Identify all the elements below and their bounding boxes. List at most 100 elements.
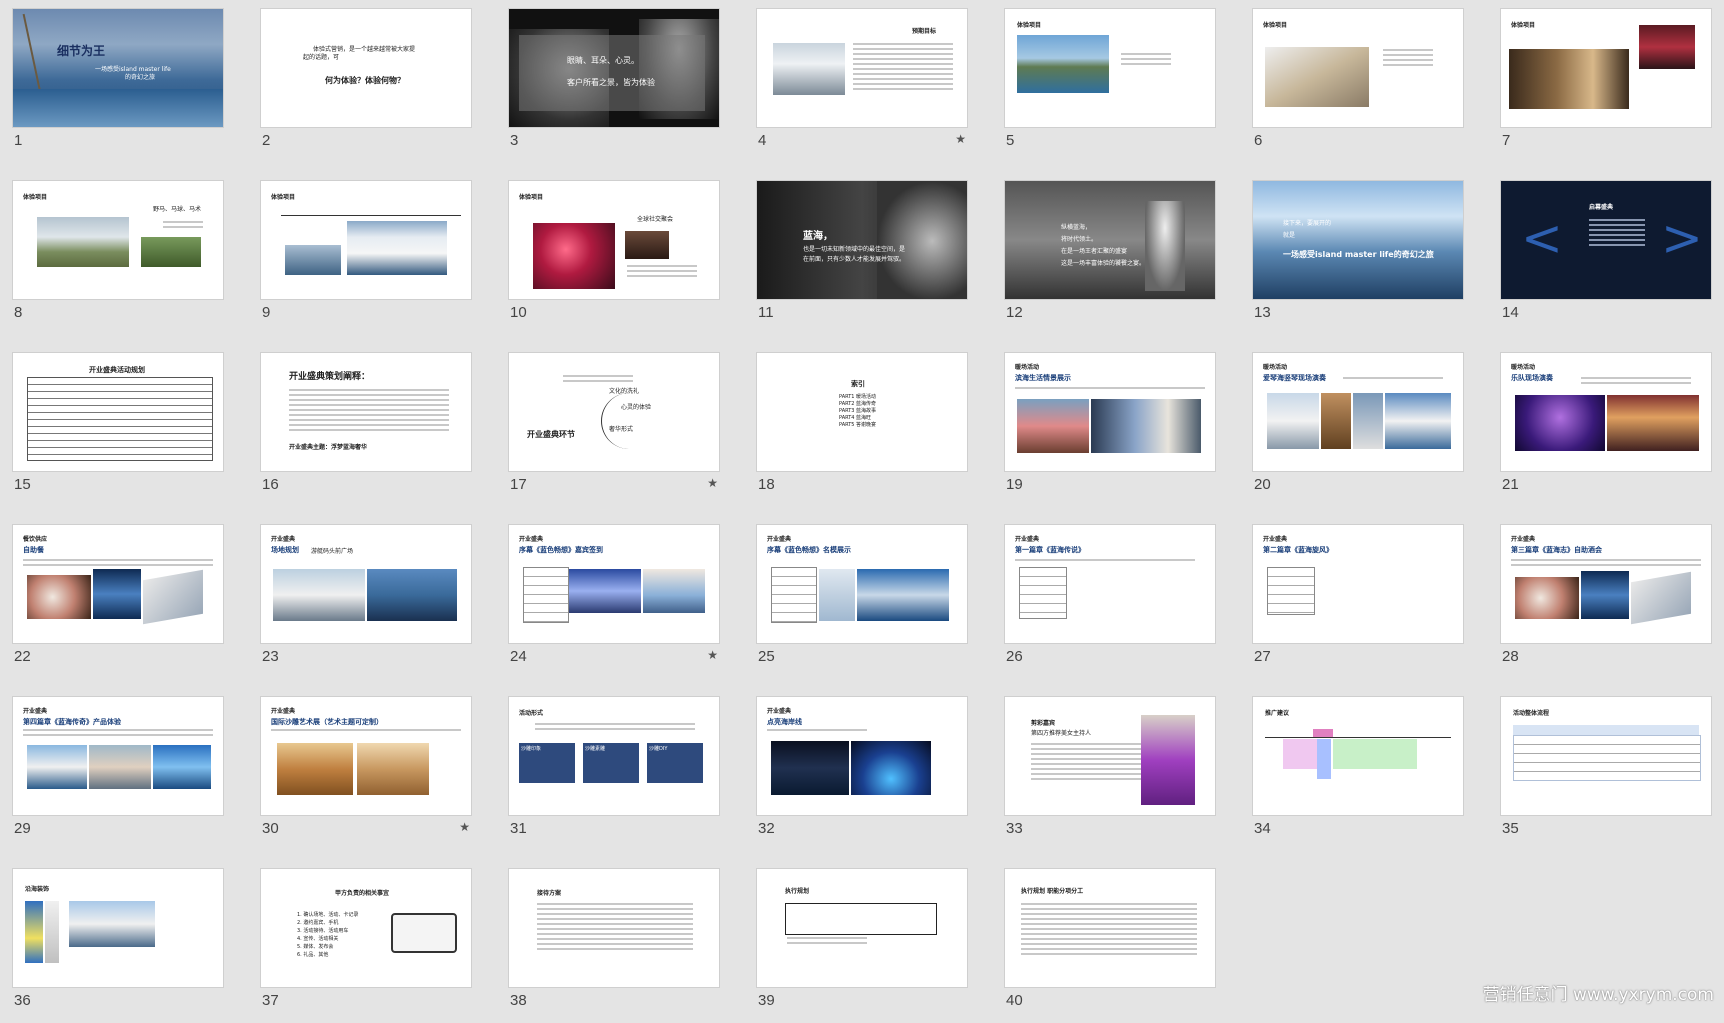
- slide-thumbnail[interactable]: 体验项目 7: [1500, 8, 1712, 163]
- slide-preview[interactable]: 开业盛典 第一篇章《蓝海传说》: [1004, 524, 1216, 644]
- slide-preview[interactable]: 开业盛典活动规划: [12, 352, 224, 472]
- slide-thumbnail[interactable]: 暖场活动 乐队现场演奏 21: [1500, 352, 1712, 507]
- slide-preview[interactable]: 开业盛典 点亮海岸线: [756, 696, 968, 816]
- slide-preview[interactable]: 开业盛典 序幕《蓝色畅想》嘉宾签到: [508, 524, 720, 644]
- slide-thumbnail[interactable]: 文化的洗礼 心灵的体验 奢华形式 开业盛典环节 17 ★: [508, 352, 720, 507]
- slide-thumbnail[interactable]: 接下来，要展开的 就是 一场感受island master life的奇幻之旅 …: [1252, 180, 1464, 335]
- slide-thumbnail[interactable]: 餐饮供应 自助餐 22: [12, 524, 224, 679]
- slide-thumbnail[interactable]: 开业盛典 第四篇章《蓝海传奇》产品体验 29: [12, 696, 224, 851]
- slide-preview[interactable]: 执行规划 职能分项分工: [1004, 868, 1216, 988]
- slide-thumbnail[interactable]: 体验项目 野马、马球、马术 8: [12, 180, 224, 335]
- slide-thumbnail[interactable]: 开业盛典 场地规划 游艇码头前广场 23: [260, 524, 472, 679]
- slide-thumbnail[interactable]: 开业盛典活动规划 15: [12, 352, 224, 507]
- slide-thumbnail[interactable]: 预期目标 4 ★: [756, 8, 968, 163]
- slide-thumbnail[interactable]: 沿海装饰 36: [12, 868, 224, 1023]
- slide-tag: 开业盛典: [271, 708, 296, 715]
- slide-title: 自助餐: [23, 546, 44, 554]
- slide-preview[interactable]: 体验项目 全球社交聚会: [508, 180, 720, 300]
- slide-preview[interactable]: 眼睛、耳朵、心灵。 客户所看之景，皆为体验: [508, 8, 720, 128]
- slide-thumbnail[interactable]: 索引 PART1 暖场活动 PART2 蓝海传奇 PART3 蓝海故事 PART…: [756, 352, 968, 507]
- slide-title: 滨海生活情景展示: [1015, 374, 1071, 382]
- slide-preview[interactable]: 甲方负责的相关事宜 1. 确认场地、活动、卡记录 2. 邀约嘉宾、手机 3. 活…: [260, 868, 472, 988]
- slide-thumbnail[interactable]: 体验项目 6: [1252, 8, 1464, 163]
- slide-number: 28: [1502, 648, 1519, 665]
- slide-tag: 开业盛典: [1263, 536, 1288, 543]
- slide-preview[interactable]: 餐饮供应 自助餐: [12, 524, 224, 644]
- slide-preview[interactable]: < > 启幕盛典: [1500, 180, 1712, 300]
- slide-preview[interactable]: 开业盛典策划阐释： 开业盛典主题：浮梦蓝海奢华: [260, 352, 472, 472]
- slide-thumbnail[interactable]: 开业盛典 序幕《蓝色畅想》嘉宾签到 24 ★: [508, 524, 720, 679]
- slide-preview[interactable]: 细节为王 一场感受island master life 的奇幻之旅: [12, 8, 224, 128]
- slide-preview[interactable]: 暖场活动 爱琴海竖琴现场演奏: [1252, 352, 1464, 472]
- watermark-text: 营销任意门 www.yxrym.com: [1482, 985, 1714, 1005]
- slide-thumbnail[interactable]: 推广建议 34: [1252, 696, 1464, 851]
- slide-subtitle: 第四方推荐美女主持人: [1031, 730, 1092, 737]
- slide-title: 索引: [851, 380, 865, 388]
- slide-thumbnail[interactable]: 体验项目 5: [1004, 8, 1216, 163]
- slide-title: 第四篇章《蓝海传奇》产品体验: [23, 718, 121, 726]
- slide-thumbnail[interactable]: 开业盛典策划阐释： 开业盛典主题：浮梦蓝海奢华 16: [260, 352, 472, 507]
- index-item: PART3 蓝海故事: [839, 408, 877, 414]
- slide-thumbnail[interactable]: 暖场活动 爱琴海竖琴现场演奏 20: [1252, 352, 1464, 507]
- slide-thumbnail[interactable]: < > 启幕盛典 14: [1500, 180, 1712, 335]
- slide-preview[interactable]: 接下来，要展开的 就是 一场感受island master life的奇幻之旅: [1252, 180, 1464, 300]
- slide-preview[interactable]: 体验项目: [1500, 8, 1712, 128]
- slide-number: 32: [758, 820, 775, 837]
- slide-preview[interactable]: 暖场活动 乐队现场演奏: [1500, 352, 1712, 472]
- slide-preview[interactable]: 开业盛典 国际沙雕艺术展（艺术主题可定制）: [260, 696, 472, 816]
- slide-thumbnail[interactable]: 眼睛、耳朵、心灵。 客户所看之景，皆为体验 3: [508, 8, 720, 163]
- slide-preview[interactable]: 接待方案: [508, 868, 720, 988]
- slide-thumbnail[interactable]: 活动形式 沙雕印象 沙雕素雕 沙雕DIY 31: [508, 696, 720, 851]
- slide-title: 开业盛典策划阐释：: [289, 372, 371, 382]
- slide-thumbnail[interactable]: 开业盛典 国际沙雕艺术展（艺术主题可定制） 30 ★: [260, 696, 472, 851]
- slide-thumbnail[interactable]: 蓝海， 也是一切未知新领域中的最佳空间，是 在前面，只有少数人才能发展并驾驭。 …: [756, 180, 968, 335]
- slide-preview[interactable]: 执行规划: [756, 868, 968, 988]
- slide-preview[interactable]: 体验项目 野马、马球、马术: [12, 180, 224, 300]
- slide-preview[interactable]: 暖场活动 滨海生活情景展示: [1004, 352, 1216, 472]
- slide-preview[interactable]: 蓝海， 也是一切未知新领域中的最佳空间，是 在前面，只有少数人才能发展并驾驭。: [756, 180, 968, 300]
- slide-preview[interactable]: 预期目标: [756, 8, 968, 128]
- slide-preview[interactable]: 体验式营销，是一个越来越常被大家提 起的话题，可 何为体验？体验何物？: [260, 8, 472, 128]
- slide-thumbnail[interactable]: 活动整体流程 35: [1500, 696, 1712, 851]
- slide-text: 在前面，只有少数人才能发展并驾驭。: [803, 256, 906, 263]
- slide-thumbnail[interactable]: 细节为王 一场感受island master life 的奇幻之旅 1: [12, 8, 224, 163]
- slide-preview[interactable]: 推广建议: [1252, 696, 1464, 816]
- slide-thumbnail[interactable]: 体验式营销，是一个越来越常被大家提 起的话题，可 何为体验？体验何物？ 2: [260, 8, 472, 163]
- slide-preview[interactable]: 开业盛典 第三篇章《蓝海志》自助酒会: [1500, 524, 1712, 644]
- slide-preview[interactable]: 开业盛典 第二篇章《蓝海旋风》: [1252, 524, 1464, 644]
- slide-number: 39: [758, 992, 775, 1009]
- slide-thumbnail[interactable]: 剪彩嘉宾 第四方推荐美女主持人 33: [1004, 696, 1216, 851]
- slide-preview[interactable]: 体验项目: [1004, 8, 1216, 128]
- slide-preview[interactable]: 体验项目: [260, 180, 472, 300]
- slide-preview[interactable]: 纵横蓝海， 将时代领土。 在是一场王者汇聚的盛宴 这是一场丰富体验的饕餮之宴。: [1004, 180, 1216, 300]
- slide-title: 细节为王: [57, 44, 106, 58]
- slide-preview[interactable]: 索引 PART1 暖场活动 PART2 蓝海传奇 PART3 蓝海故事 PART…: [756, 352, 968, 472]
- slide-number: 8: [14, 304, 23, 321]
- slide-tag: 开业盛典: [1511, 536, 1536, 543]
- slide-title: 体验项目: [23, 194, 48, 201]
- slide-thumbnail[interactable]: 开业盛典 序幕《蓝色畅想》名模展示 25: [756, 524, 968, 679]
- slide-thumbnail[interactable]: 暖场活动 滨海生活情景展示 19: [1004, 352, 1216, 507]
- slide-thumbnail[interactable]: 执行规划 职能分项分工 40: [1004, 868, 1216, 1023]
- slide-thumbnail[interactable]: 开业盛典 第二篇章《蓝海旋风》 27: [1252, 524, 1464, 679]
- slide-preview[interactable]: 沿海装饰: [12, 868, 224, 988]
- slide-preview[interactable]: 活动整体流程: [1500, 696, 1712, 816]
- slide-thumbnail[interactable]: 甲方负责的相关事宜 1. 确认场地、活动、卡记录 2. 邀约嘉宾、手机 3. 活…: [260, 868, 472, 1023]
- slide-preview[interactable]: 开业盛典 第四篇章《蓝海传奇》产品体验: [12, 696, 224, 816]
- slide-thumbnail[interactable]: 执行规划 39: [756, 868, 968, 1023]
- slide-thumbnail[interactable]: 开业盛典 第一篇章《蓝海传说》 26: [1004, 524, 1216, 679]
- slide-thumbnail[interactable]: 接待方案 38: [508, 868, 720, 1023]
- slide-thumbnail[interactable]: 开业盛典 点亮海岸线 32: [756, 696, 968, 851]
- slide-preview[interactable]: 开业盛典 场地规划 游艇码头前广场: [260, 524, 472, 644]
- slide-number: 19: [1006, 476, 1023, 493]
- slide-thumbnail[interactable]: 纵横蓝海， 将时代领土。 在是一场王者汇聚的盛宴 这是一场丰富体验的饕餮之宴。 …: [1004, 180, 1216, 335]
- index-item: PART5 答谢晚宴: [839, 422, 877, 428]
- slide-thumbnail[interactable]: 体验项目 全球社交聚会 10: [508, 180, 720, 335]
- slide-preview[interactable]: 体验项目: [1252, 8, 1464, 128]
- slide-preview[interactable]: 剪彩嘉宾 第四方推荐美女主持人: [1004, 696, 1216, 816]
- slide-preview[interactable]: 活动形式 沙雕印象 沙雕素雕 沙雕DIY: [508, 696, 720, 816]
- slide-preview[interactable]: 文化的洗礼 心灵的体验 奢华形式 开业盛典环节: [508, 352, 720, 472]
- slide-preview[interactable]: 开业盛典 序幕《蓝色畅想》名模展示: [756, 524, 968, 644]
- slide-thumbnail[interactable]: 体验项目 9: [260, 180, 472, 335]
- slide-thumbnail[interactable]: 开业盛典 第三篇章《蓝海志》自助酒会 28: [1500, 524, 1712, 679]
